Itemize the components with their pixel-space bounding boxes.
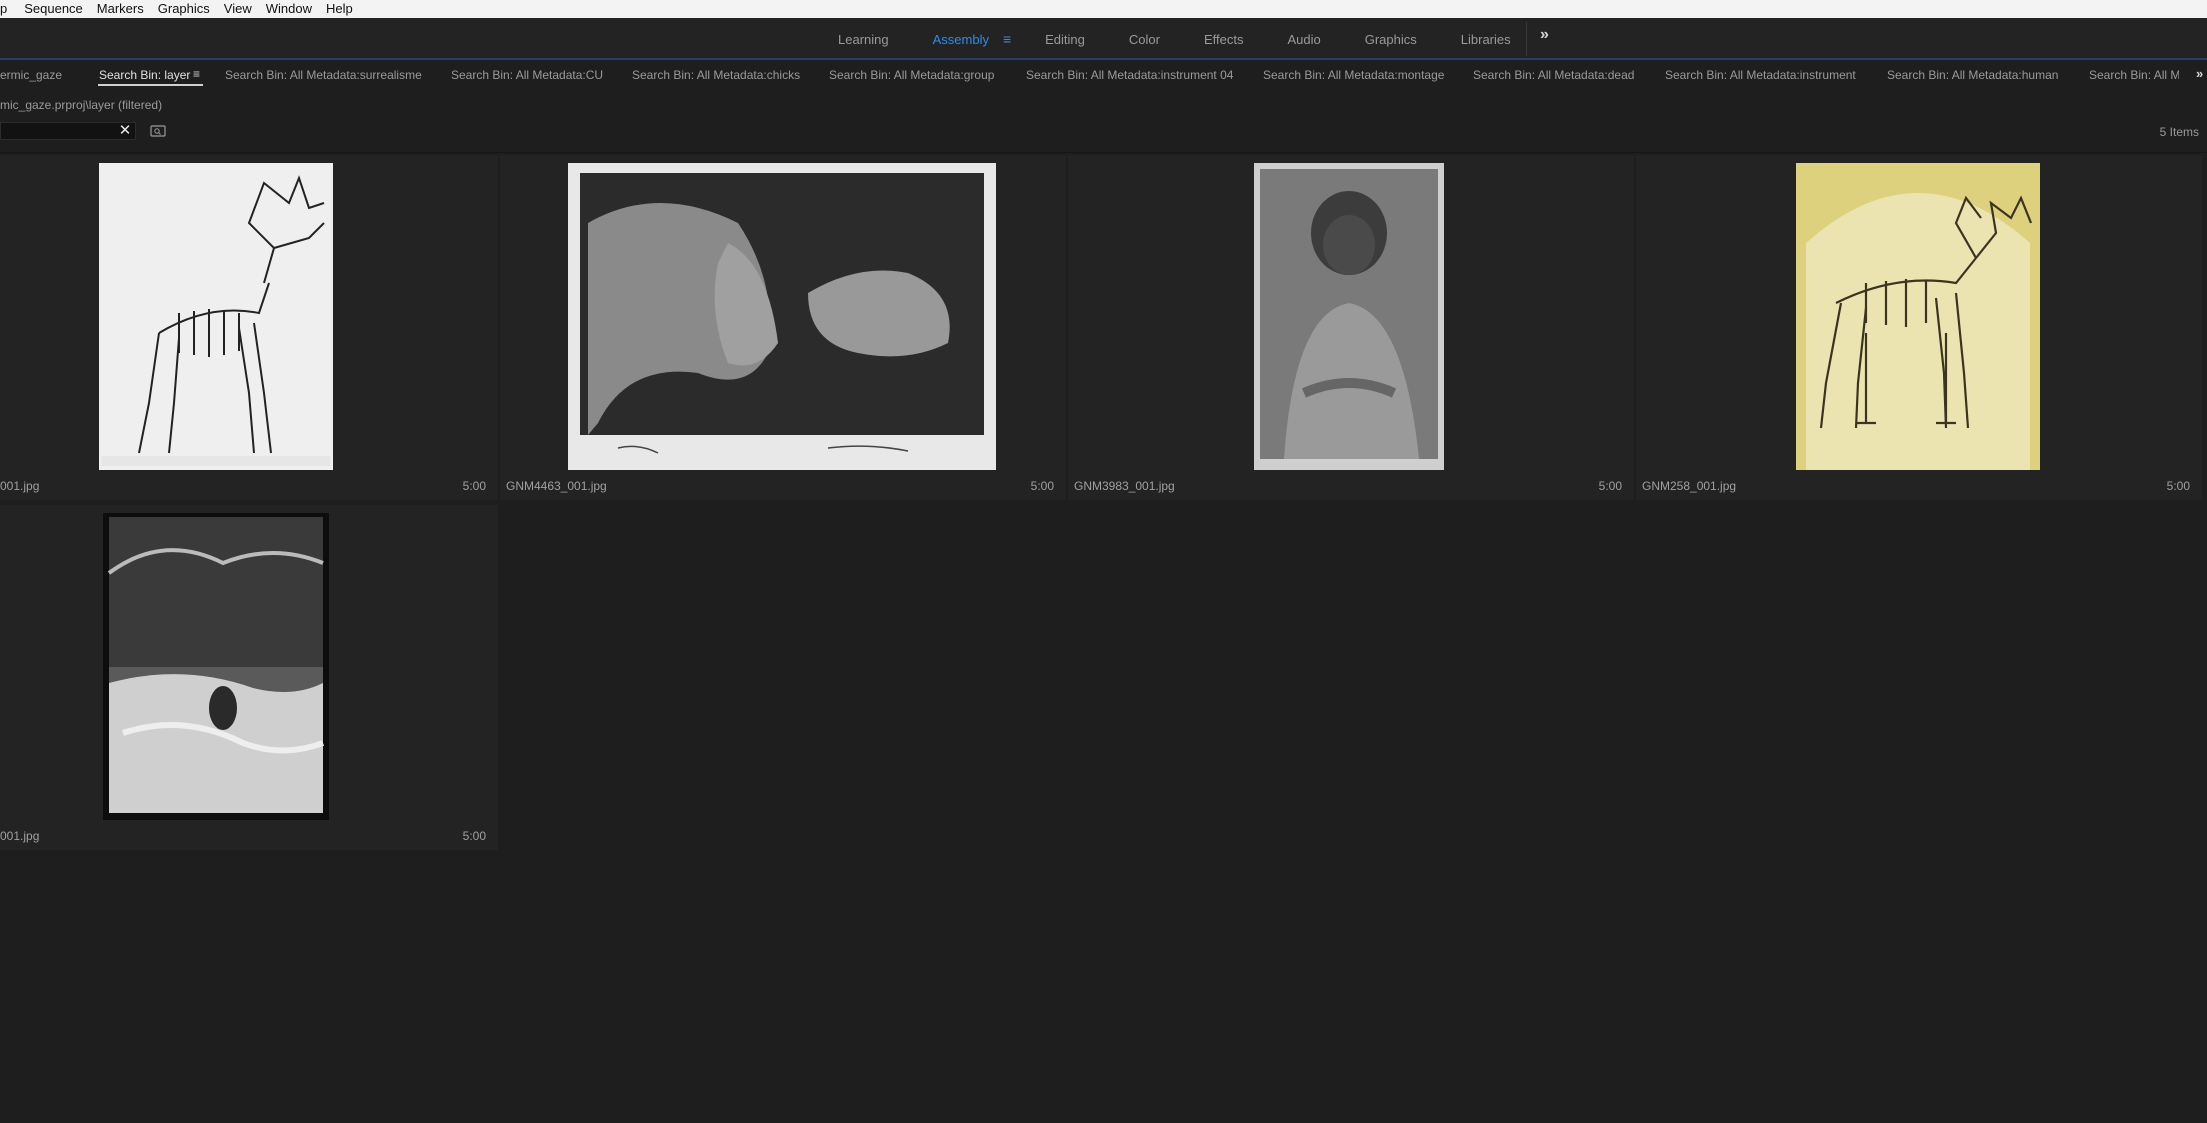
panel-overflow-icon[interactable]: »: [2196, 66, 2203, 81]
bin-path: mic_gaze.prproj\layer (filtered): [0, 98, 163, 112]
workspace-menu-icon[interactable]: ≡: [1003, 31, 1011, 47]
media-item[interactable]: 001.jpg 5:00: [0, 505, 498, 850]
menu-graphics[interactable]: Graphics: [151, 0, 217, 18]
workspace-overflow-icon[interactable]: »: [1540, 26, 1549, 44]
panel-tab-bar: ermic_gaze Search Bin: layer ≡ Search Bi…: [0, 62, 2207, 88]
media-item[interactable]: 001.jpg 5:00: [0, 155, 498, 500]
tab-menu-icon[interactable]: ≡: [193, 67, 200, 81]
tab-search-bin-human[interactable]: Search Bin: All Metadata:human: [1887, 68, 2058, 82]
media-item-name: GNM258_001.jpg: [1642, 479, 1737, 493]
tab-search-bin-dead[interactable]: Search Bin: All Metadata:dead: [1473, 68, 1634, 82]
tab-project[interactable]: ermic_gaze: [0, 68, 62, 82]
media-item[interactable]: GNM258_001.jpg 5:00: [1636, 155, 2202, 500]
workspace-separator: [1526, 22, 1527, 56]
tab-search-bin-instrument-04[interactable]: Search Bin: All Metadata:instrument 04: [1026, 68, 1233, 82]
portrait-photo-icon: [1254, 163, 1444, 470]
workspace-graphics[interactable]: Graphics: [1365, 32, 1417, 47]
workspace-libraries[interactable]: Libraries: [1461, 32, 1511, 47]
media-item-duration: 5:00: [1030, 479, 1054, 493]
tab-search-bin-cu[interactable]: Search Bin: All Metadata:CU: [451, 68, 603, 82]
menu-bar: p Sequence Markers Graphics View Window …: [0, 0, 2207, 18]
workspace-audio[interactable]: Audio: [1287, 32, 1320, 47]
media-item-name: GNM4463_001.jpg: [506, 479, 607, 493]
tab-search-bin-layer[interactable]: Search Bin: layer: [99, 68, 190, 82]
active-tab-indicator: [98, 84, 203, 86]
workspace-assembly[interactable]: Assembly: [933, 32, 989, 47]
tab-search-bin-montage[interactable]: Search Bin: All Metadata:montage: [1263, 68, 1444, 82]
media-item-duration: 5:00: [1598, 479, 1622, 493]
menu-file[interactable]: p: [0, 0, 17, 18]
workspace-editing[interactable]: Editing: [1045, 32, 1085, 47]
media-item-name: 001.jpg: [0, 829, 40, 843]
workspace-bar: Learning Assembly ≡ Editing Color Effect…: [0, 18, 2207, 60]
media-item[interactable]: GNM3983_001.jpg 5:00: [1068, 155, 1634, 500]
header-divider: [0, 152, 2207, 153]
sculpture-photo-icon: [568, 163, 996, 470]
tab-search-bin-surrealisme[interactable]: Search Bin: All Metadata:surrealisme: [225, 68, 422, 82]
menu-view[interactable]: View: [217, 0, 259, 18]
new-search-bin-icon[interactable]: [150, 125, 166, 137]
tab-search-bin-group[interactable]: Search Bin: All Metadata:group: [829, 68, 994, 82]
workspace-learning[interactable]: Learning: [838, 32, 889, 47]
tab-search-bin-instrument[interactable]: Search Bin: All Metadata:instrument: [1665, 68, 1856, 82]
media-item-duration: 5:00: [462, 829, 486, 843]
tab-search-bin-chicks[interactable]: Search Bin: All Metadata:chicks: [632, 68, 800, 82]
media-grid: 001.jpg 5:00 GNM4463_001.jpg 5:00 GNM398…: [0, 155, 2207, 855]
tab-search-bin-truncated[interactable]: Search Bin: All M: [2089, 68, 2179, 82]
menu-window[interactable]: Window: [259, 0, 319, 18]
clear-search-icon[interactable]: ✕: [116, 122, 134, 140]
elk-skeleton-drawing-icon: [99, 163, 333, 470]
elk-skeleton-sepia-icon: [1796, 163, 2040, 470]
menu-markers[interactable]: Markers: [90, 0, 151, 18]
menu-sequence[interactable]: Sequence: [17, 0, 90, 18]
media-item[interactable]: GNM4463_001.jpg 5:00: [500, 155, 1066, 500]
media-item-name: GNM3983_001.jpg: [1074, 479, 1175, 493]
forest-river-photo-icon: [103, 513, 329, 820]
menu-help[interactable]: Help: [319, 0, 360, 18]
workspace-effects[interactable]: Effects: [1204, 32, 1244, 47]
media-item-duration: 5:00: [462, 479, 486, 493]
item-count: 5 Items: [2159, 125, 2199, 139]
workspace-color[interactable]: Color: [1129, 32, 1160, 47]
media-item-name: 001.jpg: [0, 479, 40, 493]
media-item-duration: 5:00: [2166, 479, 2190, 493]
